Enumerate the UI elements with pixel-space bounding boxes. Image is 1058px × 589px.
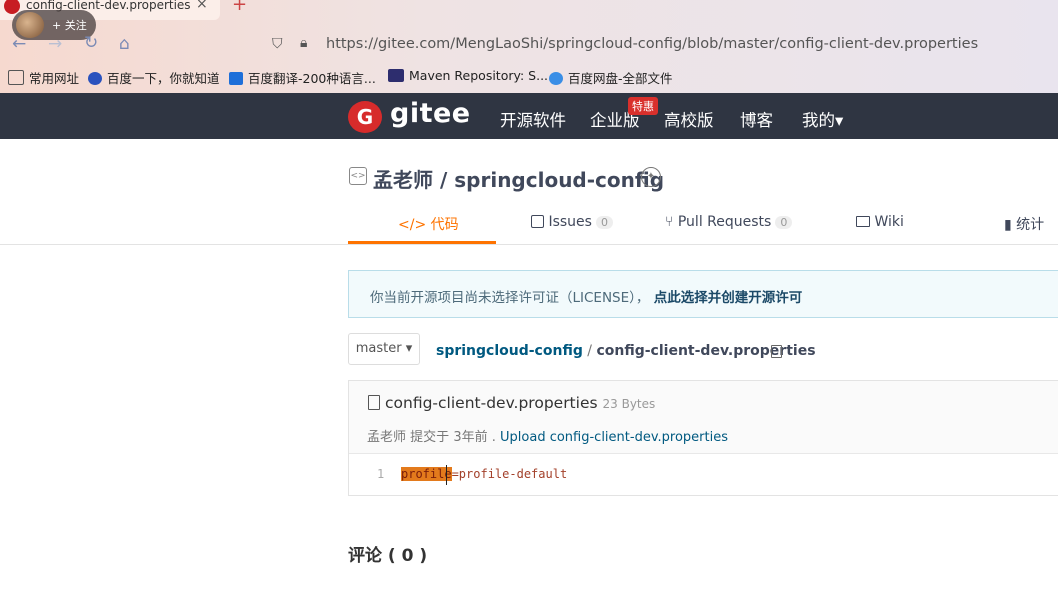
gitee-logo-text[interactable]: gitee — [390, 98, 471, 129]
file-size: 23 Bytes — [602, 397, 656, 411]
repo-title: 孟老师 / springcloud-config — [373, 164, 664, 193]
commit-sep: . — [491, 430, 496, 445]
breadcrumb-repo-link[interactable]: springcloud-config — [436, 343, 583, 359]
license-link[interactable]: 点此选择并创建开源许可 — [654, 290, 803, 306]
forward-arrow-icon[interactable]: → — [48, 34, 62, 54]
tab-pull-requests[interactable]: ⑂ Pull Requests 0 — [665, 214, 793, 230]
issues-icon — [531, 215, 544, 228]
bookmark-label: Maven Repository: S... — [409, 68, 549, 83]
code-line[interactable]: profile=profile-default — [401, 467, 567, 481]
line-number: 1 — [377, 467, 385, 481]
issues-count: 0 — [595, 216, 613, 229]
pull-request-icon: ⑂ — [665, 214, 674, 230]
tab-close-icon[interactable]: × — [196, 0, 208, 12]
lock-icon: 🔒︎ — [300, 35, 308, 51]
commit-author[interactable]: 孟老师 — [367, 430, 406, 445]
wiki-book-icon — [856, 216, 870, 227]
notice-text: 你当前开源项目尚未选择许可证（LICENSE）， 点此选择并创建开源许可 — [370, 286, 802, 306]
bookmark-label: 常用网址 — [29, 71, 80, 86]
home-icon[interactable]: ⌂ — [119, 34, 130, 54]
file-viewer: config-client-dev.properties 23 Bytes 孟老… — [348, 380, 1058, 496]
branch-select[interactable]: master ▾ — [348, 333, 420, 365]
folder-icon — [8, 70, 24, 85]
commit-time: 3年前 — [453, 430, 488, 445]
translate-icon — [229, 72, 243, 85]
repo-name[interactable]: springcloud-config — [454, 168, 664, 192]
bookmark-common[interactable]: 常用网址 — [8, 68, 79, 87]
tab-wiki[interactable]: Wiki — [856, 214, 904, 230]
commit-info: 孟老师 提交于 3年前 . Upload config-client-dev.p… — [367, 426, 728, 445]
comments-title: 评论 ( 0 ) — [348, 546, 428, 566]
reload-icon[interactable]: ↻ — [84, 33, 98, 53]
tab-stats[interactable]: ▮ 统计 — [1004, 214, 1044, 234]
new-tab-button[interactable]: + — [232, 0, 247, 15]
tab-code[interactable]: </> 代码 — [398, 214, 459, 234]
bookmark-fanyi[interactable]: 百度翻译-200种语言... — [229, 68, 376, 87]
nav-mine[interactable]: 我的▾ — [802, 107, 843, 131]
bookmark-baidu[interactable]: 百度一下，你就知道 — [88, 68, 220, 87]
commit-message-link[interactable]: Upload config-client-dev.properties — [500, 430, 728, 445]
bookmark-label: 百度翻译-200种语言... — [248, 71, 376, 86]
url-text[interactable]: https://gitee.com/MengLaoShi/springcloud… — [326, 36, 978, 52]
notice-message: 你当前开源项目尚未选择许可证（LICENSE）， — [370, 290, 650, 306]
breadcrumb-file: config-client-dev.properties — [596, 343, 816, 359]
bookmark-pan[interactable]: 百度网盘-全部文件 — [549, 68, 673, 87]
follow-label: + 关注 — [52, 19, 87, 32]
repo-title-separator: / — [439, 168, 448, 192]
breadcrumb: springcloud-config / config-client-dev.p… — [436, 343, 816, 359]
pr-count: 0 — [775, 216, 793, 229]
repo-code-icon: <> — [349, 167, 367, 185]
address-bar[interactable]: ⛉ 🔒︎ https://gitee.com/MengLaoShi/spring… — [262, 30, 1058, 60]
copy-path-icon[interactable] — [771, 345, 782, 358]
bookmark-maven[interactable]: Maven Repository: S... — [388, 68, 548, 83]
text-cursor — [446, 465, 447, 485]
repo-owner[interactable]: 孟老师 — [373, 168, 433, 192]
license-notice: 你当前开源项目尚未选择许可证（LICENSE）， 点此选择并创建开源许可 — [348, 270, 1058, 318]
tab-label: 统计 — [1016, 217, 1045, 233]
commit-verb: 提交于 — [410, 430, 450, 445]
bookmark-label: 百度网盘-全部文件 — [568, 71, 673, 86]
maven-icon — [388, 69, 404, 82]
tab-issues[interactable]: Issues 0 — [531, 214, 613, 230]
file-name: config-client-dev.properties 23 Bytes — [385, 394, 655, 412]
code-line-rest: =profile-default — [451, 467, 568, 481]
bookmark-label: 百度一下，你就知道 — [107, 71, 220, 86]
tab-label: Issues — [548, 214, 592, 230]
tab-label: Pull Requests — [677, 214, 772, 230]
file-icon — [368, 395, 380, 410]
selected-text[interactable]: profile — [401, 467, 452, 481]
recommend-medal-icon: ✦ — [641, 167, 661, 187]
nav-open-source[interactable]: 开源软件 — [500, 107, 566, 131]
gitee-logo-icon[interactable]: G — [348, 101, 382, 133]
promo-badge: 特惠 — [628, 97, 658, 115]
back-arrow-icon[interactable]: ← — [12, 34, 26, 54]
active-tab-indicator — [348, 241, 496, 244]
tab-label: 代码 — [430, 217, 459, 233]
cloud-disk-icon — [549, 72, 563, 85]
breadcrumb-separator: / — [587, 343, 593, 359]
file-name-text: config-client-dev.properties — [385, 394, 598, 412]
code-brackets-icon: </> — [398, 217, 427, 233]
baidu-paw-icon — [88, 72, 102, 85]
bar-chart-icon: ▮ — [1004, 217, 1012, 233]
nav-blog[interactable]: 博客 — [740, 107, 773, 131]
nav-education[interactable]: 高校版 — [664, 107, 714, 131]
file-header: config-client-dev.properties 23 Bytes 孟老… — [349, 381, 1058, 454]
shield-icon[interactable]: ⛉ — [272, 36, 283, 52]
tab-label: Wiki — [874, 214, 904, 230]
